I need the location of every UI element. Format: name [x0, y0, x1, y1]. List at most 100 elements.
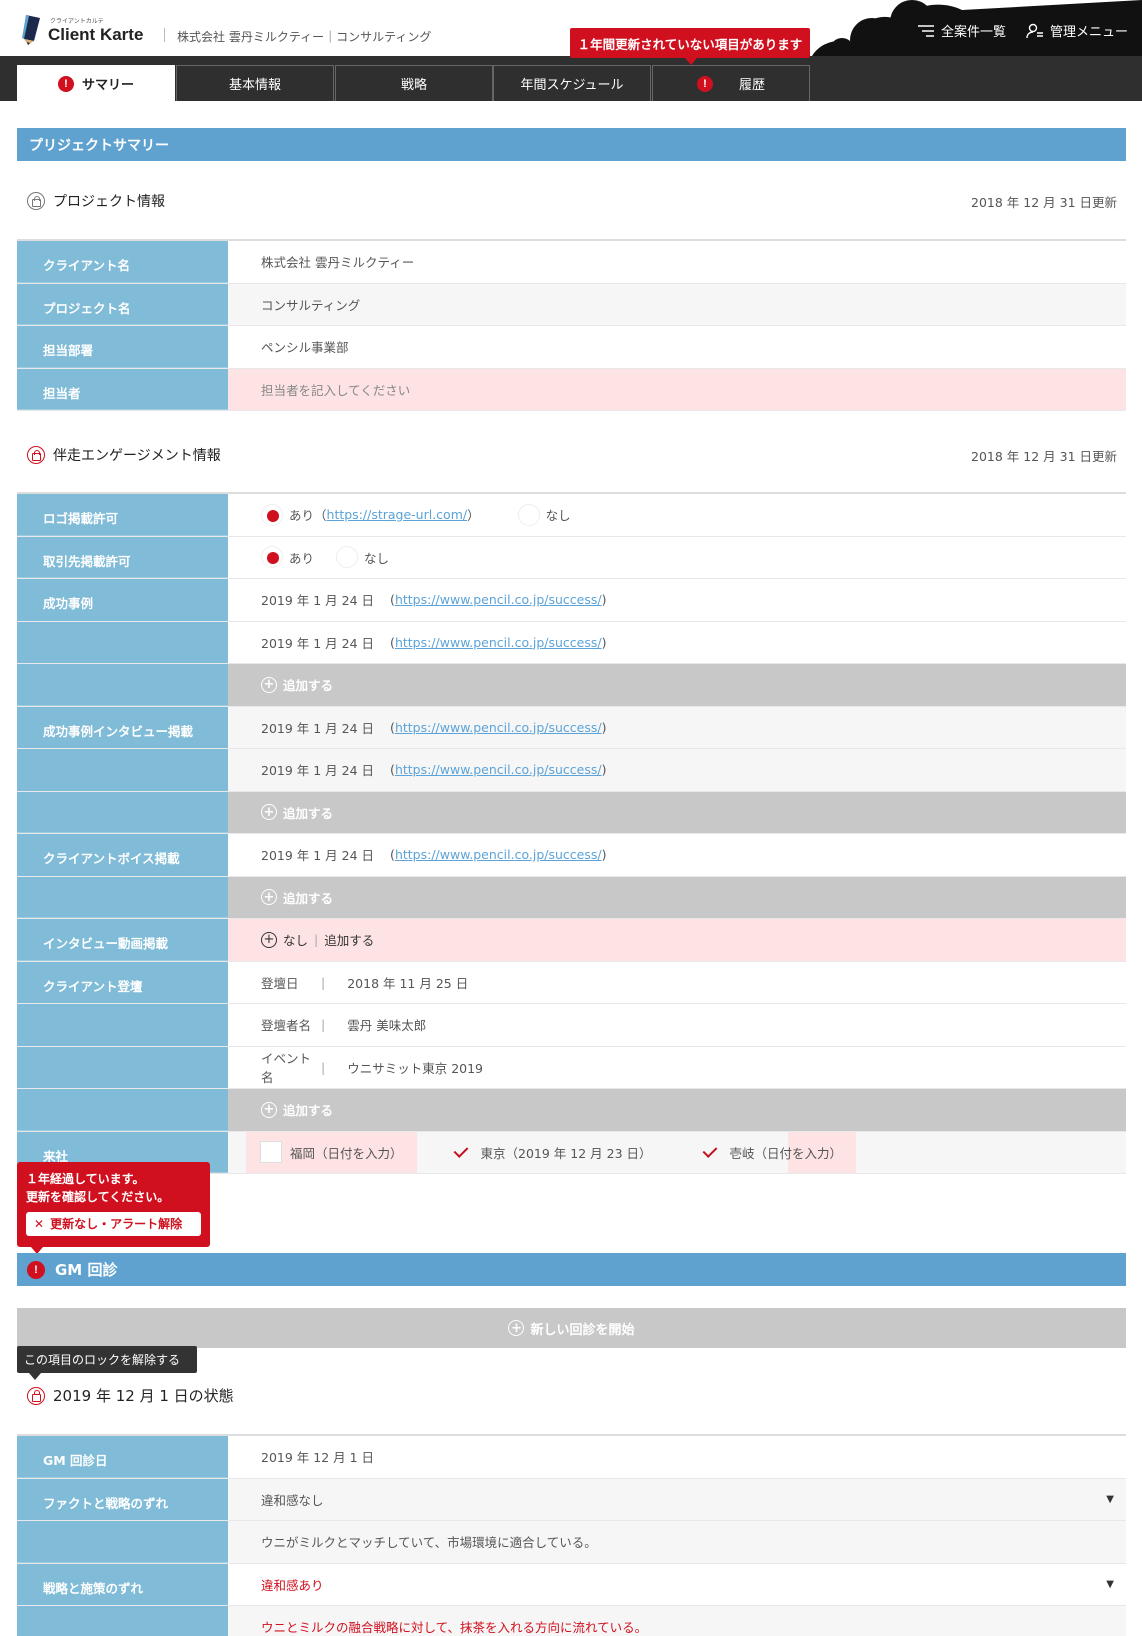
measure-gap-note[interactable]: ウニとミルクの融合戦略に対して、抹茶を入れる方向に流れている。 — [228, 1606, 1126, 1636]
partner-no-radio[interactable] — [336, 546, 359, 569]
add-interview-button[interactable]: + 追加する — [228, 791, 1126, 833]
dropdown-arrow-icon: ▼ — [1106, 1493, 1114, 1505]
row-label-empty — [17, 791, 228, 833]
select-value: 違和感あり — [261, 1577, 324, 1593]
lock-icon[interactable] — [27, 1386, 45, 1405]
client-name-value[interactable]: 株式会社 雲丹ミルクティー — [228, 241, 1126, 283]
table-row: 成功事例 2019 年 1 月 24 日(https://www.pencil.c… — [17, 579, 1126, 622]
entry-url-link[interactable]: https://www.pencil.co.jp/success/ — [395, 635, 602, 650]
plus-icon: + — [261, 1101, 277, 1118]
voice-entry[interactable]: 2019 年 1 月 24 日(https://www.pencil.co.jp… — [228, 834, 1126, 876]
visit-label: 壱岐（日付を入力） — [729, 1145, 843, 1161]
row-label: 担当者 — [17, 368, 228, 410]
start-new-review-button[interactable]: + 新しい回診を開始 — [17, 1308, 1126, 1348]
tab-annual-schedule[interactable]: 年間スケジュール — [493, 65, 651, 101]
stage-key: イベント名 — [261, 1051, 312, 1086]
warning-line-1: １年経過しています。 — [26, 1172, 145, 1186]
video-add-link[interactable]: 追加する — [324, 930, 374, 949]
add-success-button[interactable]: + 追加する — [228, 664, 1126, 706]
all-projects-menu[interactable]: 全案件一覧 — [917, 21, 1006, 40]
entry-date: 2019 年 1 月 24 日 — [261, 593, 375, 609]
video-field[interactable]: + なし | 追加する — [228, 919, 1126, 961]
stale-warning-popup: １年経過しています。 更新を確認してください。 ✕ 更新なし・アラート解除 — [17, 1162, 210, 1254]
admin-menu-label: 管理メニュー — [1050, 25, 1129, 40]
plus-icon: + — [261, 804, 277, 821]
table-row: イベント名 | ウニサミット東京 2019 — [17, 1046, 1126, 1089]
gm-table: GM 回診日 2019 年 12 月 1 日 ファクトと戦略のずれ 違和感なし ▼ ウ… — [17, 1434, 1126, 1636]
tab-label: 基本情報 — [228, 78, 281, 93]
plus-icon: + — [261, 889, 277, 906]
header-divider — [164, 28, 165, 42]
interview-entry[interactable]: 2019 年 1 月 24 日(https://www.pencil.co.jp… — [228, 706, 1126, 748]
plus-icon: + — [508, 1320, 525, 1336]
row-label-empty — [17, 1004, 228, 1046]
plus-icon[interactable]: + — [261, 931, 277, 948]
app-logo[interactable]: Client Karte — [48, 25, 143, 45]
tab-summary[interactable]: ! サマリー — [17, 65, 175, 101]
table-row: + 追加する — [17, 1089, 1126, 1132]
logo-url-link[interactable]: https://strage-url.com/ — [327, 507, 468, 522]
fact-gap-note[interactable]: ウニがミルクとマッチしていて、市場環境に適合している。 — [228, 1521, 1126, 1563]
lock-icon[interactable] — [27, 192, 45, 210]
dismiss-alert-button[interactable]: ✕ 更新なし・アラート解除 — [26, 1212, 201, 1236]
table-row: 成功事例インタビュー掲載 2019 年 1 月 24 日(https://www.… — [17, 706, 1126, 749]
table-row: 担当部署 ペンシル事業部 — [17, 326, 1126, 369]
gm-date-value[interactable]: 2019 年 12 月 1 日 — [228, 1436, 1126, 1478]
success-entry[interactable]: 2019 年 1 月 24 日(https://www.pencil.co.jp… — [228, 622, 1126, 664]
tab-history[interactable]: ! 履歴 — [652, 65, 810, 101]
state-title: 2019 年 12 月 1 日の状態 — [53, 1387, 234, 1405]
summary-section-title: プリジェクトサマリー — [17, 128, 1126, 161]
checkbox-checked[interactable] — [700, 1141, 722, 1163]
admin-menu[interactable]: 管理メニュー — [1026, 21, 1128, 40]
row-label: 取引先掲載許可 — [17, 536, 228, 578]
visit-iki[interactable]: 壱岐（日付を入力） — [685, 1131, 857, 1173]
table-row: クライアント登壇 登壇日 | 2018 年 11 月 25 日 — [17, 961, 1126, 1004]
stage-event-row[interactable]: イベント名 | ウニサミット東京 2019 — [228, 1047, 1126, 1089]
add-stage-button[interactable]: + 追加する — [228, 1089, 1126, 1131]
entry-url-link[interactable]: https://www.pencil.co.jp/success/ — [395, 592, 602, 607]
logo-caption: クライアントカルテ — [50, 18, 104, 25]
partner-yes-radio[interactable] — [261, 546, 283, 569]
measure-gap-select[interactable]: 違和感あり ▼ — [228, 1564, 1126, 1606]
row-label: ファクトと戦略のずれ — [17, 1478, 228, 1520]
person-in-charge-field[interactable]: 担当者を記入してください — [228, 368, 1126, 410]
entry-url-link[interactable]: https://www.pencil.co.jp/success/ — [395, 762, 602, 777]
project-name-value[interactable]: コンサルティング — [228, 283, 1126, 325]
fact-gap-select[interactable]: 違和感なし ▼ — [228, 1478, 1126, 1520]
project-updated-date: 2018 年 12 月 31 日更新 — [971, 195, 1117, 210]
logo-yes-radio[interactable] — [261, 503, 283, 526]
logo-no-radio[interactable] — [517, 503, 540, 526]
stage-date-row[interactable]: 登壇日 | 2018 年 11 月 25 日 — [228, 962, 1126, 1004]
stage-speaker-row[interactable]: 登壇者名 | 雲丹 美味太郎 — [228, 1004, 1126, 1046]
department-value[interactable]: ペンシル事業部 — [228, 326, 1126, 368]
tab-strategy[interactable]: 戦略 — [335, 65, 493, 101]
entry-date: 2019 年 1 月 24 日 — [261, 848, 375, 864]
add-voice-button[interactable]: + 追加する — [228, 876, 1126, 918]
tab-label: 戦略 — [400, 78, 427, 93]
stage-key: 登壇日 — [261, 975, 299, 991]
table-row: インタビュー動画掲載 + なし | 追加する — [17, 919, 1126, 962]
visit-tokyo[interactable]: 東京（2019 年 12 月 23 日） — [437, 1132, 666, 1174]
logo-permission-options: あり（ https://strage-url.com/） なし — [228, 494, 1126, 536]
lock-icon[interactable] — [27, 446, 45, 464]
gm-section-title: ! GM 回診 — [17, 1253, 1126, 1286]
entry-url-link[interactable]: https://www.pencil.co.jp/success/ — [395, 847, 602, 862]
row-label-empty — [17, 621, 228, 663]
success-entry[interactable]: 2019 年 1 月 24 日(https://www.pencil.co.jp… — [228, 579, 1126, 621]
main-tabs: ! サマリー 基本情報 戦略 年間スケジュール ! 履歴 — [0, 56, 1142, 101]
interview-entry[interactable]: 2019 年 1 月 24 日(https://www.pencil.co.jp… — [228, 749, 1126, 791]
row-label-empty — [17, 1089, 228, 1131]
visit-fukuoka[interactable]: 福岡（日付を入力） — [246, 1131, 417, 1173]
checkbox-checked[interactable] — [451, 1141, 473, 1163]
checkbox[interactable] — [260, 1141, 282, 1164]
stage-value: ウニサミット東京 2019 — [347, 1060, 484, 1076]
row-label: プロジェクト名 — [17, 283, 228, 325]
new-review-label: 新しい回診を開始 — [530, 1322, 635, 1338]
divider: | — [321, 1059, 326, 1075]
entry-url-link[interactable]: https://www.pencil.co.jp/success/ — [395, 720, 602, 735]
tab-basic-info[interactable]: 基本情報 — [176, 65, 334, 101]
table-row: 2019 年 1 月 24 日(https://www.pencil.co.jp… — [17, 749, 1126, 792]
table-row: クライアントボイス掲載 2019 年 1 月 24 日(https://www.p… — [17, 834, 1126, 877]
video-none-label: なし — [283, 933, 309, 949]
row-label: 戦略と施策のずれ — [17, 1563, 228, 1605]
